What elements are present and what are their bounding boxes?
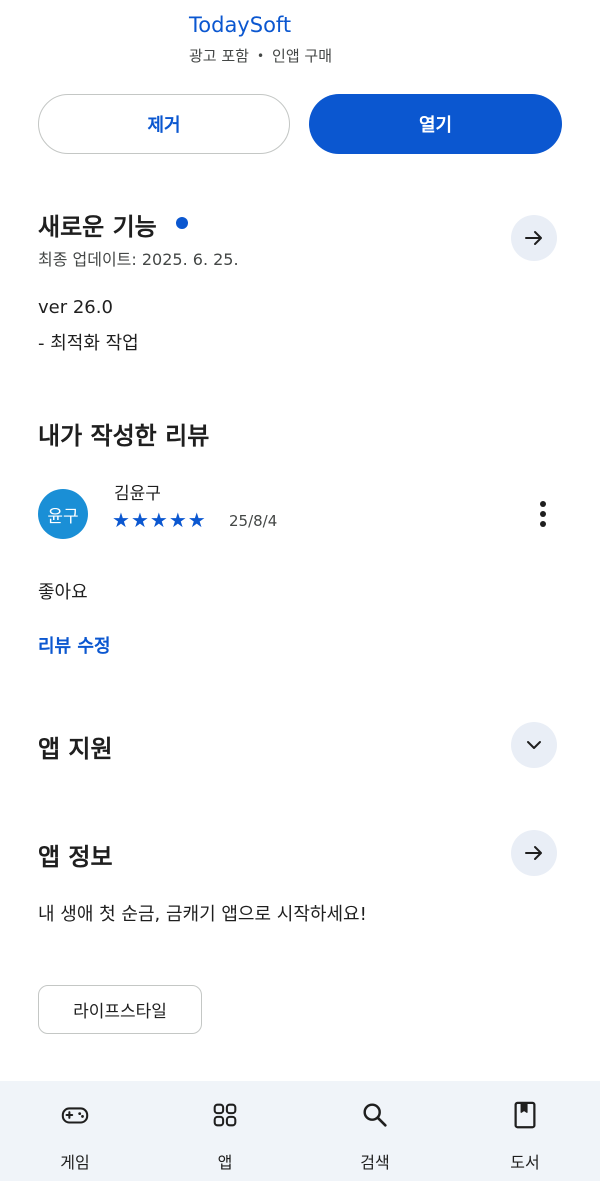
ads-label: 광고 포함 (189, 47, 249, 65)
search-icon (363, 1103, 387, 1127)
reviewer-name: 김윤구 (114, 484, 161, 504)
my-review-title: 내가 작성한 리뷰 (38, 422, 210, 450)
version-line: ver 26.0 (38, 297, 113, 318)
app-description: 내 생애 첫 순금, 금캐기 앱으로 시작하세요! (38, 904, 367, 925)
new-indicator-dot (176, 217, 188, 229)
star-icon: ★ (112, 508, 130, 532)
update-date: 최종 업데이트: 2025. 6. 25. (38, 250, 239, 269)
nav-item-books[interactable]: 도서 (450, 1081, 600, 1181)
nav-item-search[interactable]: 검색 (300, 1081, 450, 1181)
whats-new-arrow-button[interactable] (511, 215, 557, 261)
nav-label-apps: 앱 (217, 1153, 233, 1172)
arrow-right-icon (525, 846, 542, 860)
nav-item-apps[interactable]: 앱 (150, 1081, 300, 1181)
kebab-dot-icon (540, 501, 546, 507)
star-icon: ★ (130, 508, 149, 532)
open-button[interactable]: 열기 (309, 94, 562, 154)
developer-link[interactable]: TodaySoft (189, 13, 291, 37)
star-rating: ★ ★ ★ ★ ★ (112, 508, 206, 532)
bottom-navigation: 게임 앱 검색 도서 (0, 1081, 600, 1181)
apps-grid-icon (213, 1103, 237, 1127)
iap-label: 인앱 구매 (272, 47, 333, 65)
nav-label-games: 게임 (60, 1153, 90, 1172)
category-chip[interactable]: 라이프스타일 (38, 985, 202, 1034)
nav-label-books: 도서 (510, 1153, 540, 1172)
review-date: 25/8/4 (229, 512, 278, 530)
arrow-right-icon (525, 231, 542, 245)
nav-item-games[interactable]: 게임 (0, 1081, 150, 1181)
more-options-button[interactable] (530, 497, 556, 531)
star-icon: ★ (187, 508, 206, 532)
gamepad-icon (61, 1107, 89, 1124)
app-support-title: 앱 지원 (38, 735, 113, 763)
whats-new-title: 새로운 기능 (38, 213, 157, 241)
kebab-dot-icon (540, 521, 546, 527)
avatar: 윤구 (38, 489, 88, 539)
kebab-dot-icon (540, 511, 546, 517)
release-note-line: - 최적화 작업 (38, 333, 139, 354)
app-meta: 광고 포함 • 인앱 구매 (189, 45, 332, 66)
star-icon: ★ (149, 508, 168, 532)
edit-review-link[interactable]: 리뷰 수정 (38, 632, 111, 658)
app-info-arrow-button[interactable] (511, 830, 557, 876)
star-icon: ★ (168, 508, 187, 532)
book-icon (514, 1101, 536, 1129)
review-text: 좋아요 (38, 582, 88, 603)
nav-label-search: 검색 (360, 1153, 390, 1172)
uninstall-button[interactable]: 제거 (38, 94, 290, 154)
meta-separator: • (256, 48, 265, 63)
app-support-expand-button[interactable] (511, 722, 557, 768)
chevron-down-icon (527, 741, 541, 749)
app-info-title: 앱 정보 (38, 843, 113, 871)
